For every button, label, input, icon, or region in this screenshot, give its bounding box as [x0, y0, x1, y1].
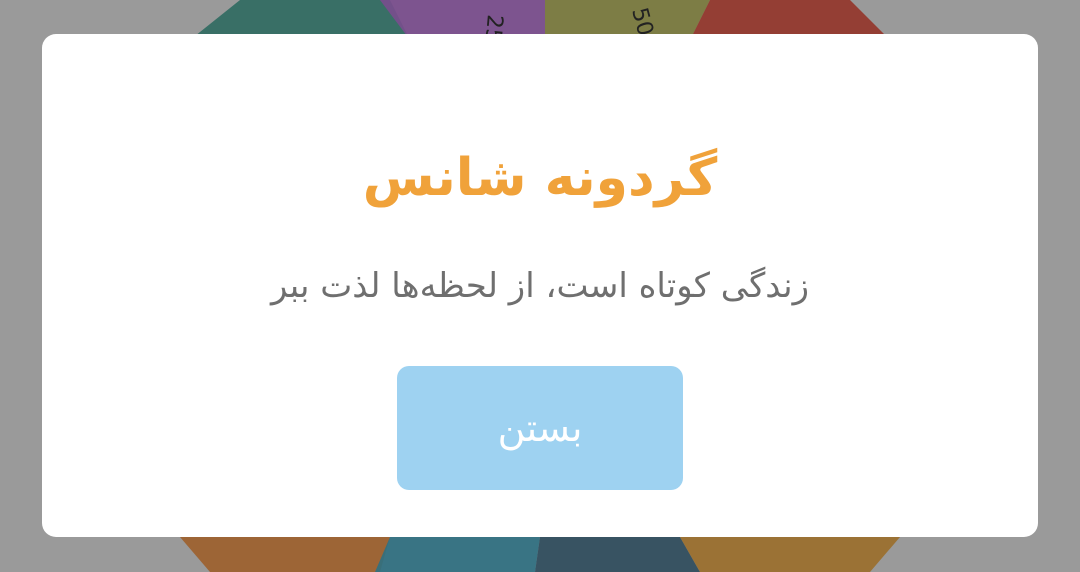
close-button[interactable]: بستن	[397, 366, 683, 490]
info-dialog: گردونه شانس زندگی کوتاه است، از لحظه‌ها …	[42, 34, 1038, 537]
dialog-message: زندگی کوتاه است، از لحظه‌ها لذت ببر	[270, 266, 810, 306]
dialog-title: گردونه شانس	[362, 148, 718, 208]
